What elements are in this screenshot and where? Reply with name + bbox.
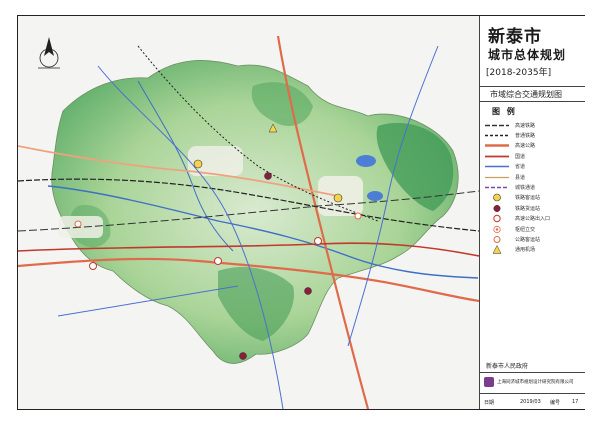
legend-item-label: 高速铁路 — [515, 122, 536, 129]
date-label: 日期 — [484, 400, 495, 406]
legend-item: 高速公路出入口 — [484, 214, 582, 224]
legend-item: 省道 — [484, 162, 582, 172]
legend-item-label: 铁路货运站 — [515, 205, 541, 212]
legend-item: 公路客运站 — [484, 234, 582, 244]
railway-swatch — [485, 134, 509, 137]
freight-station-icon — [239, 352, 247, 360]
expressway-exit-icon — [214, 257, 222, 265]
bus-station-icon — [354, 212, 362, 220]
legend-item-label: 公路客运站 — [515, 236, 541, 243]
lake-north — [356, 155, 376, 167]
legend-item: 城铁通道 — [484, 182, 582, 192]
institute-row: 上海同济城市规划设计研究院有限公司 — [480, 373, 585, 394]
number-value: 17 — [572, 399, 579, 405]
legend-item: 铁路客运站 — [484, 193, 582, 203]
freight-station-icon — [493, 204, 501, 212]
institute-name: 上海同济城市规划设计研究院有限公司 — [497, 380, 574, 385]
intercity-rail-swatch — [485, 186, 509, 189]
freight-station-icon — [264, 172, 272, 180]
date-value: 2019/03 — [520, 399, 541, 405]
legend-item-label: 普通铁路 — [515, 133, 536, 140]
legend-item-label: 通用机场 — [515, 247, 536, 254]
bus-station-icon — [74, 220, 82, 228]
map-canvas — [18, 35, 479, 409]
plan-title: 城市总体规划 — [488, 48, 567, 62]
expressway-exit-icon — [314, 237, 322, 245]
plan-years: [2018-2035年] — [486, 68, 552, 78]
institute-logo-icon — [484, 377, 494, 387]
expressway-swatch — [485, 144, 509, 148]
legend-heading: 图 例 — [492, 107, 517, 116]
passenger-station-icon — [193, 159, 203, 169]
lake-center — [367, 191, 383, 201]
legend-item-label: 铁路客运站 — [515, 195, 541, 202]
government-label: 新泰市人民政府 — [486, 363, 529, 370]
expressway-exit-icon — [493, 215, 501, 223]
passenger-station-icon — [333, 193, 343, 203]
dashed-railway-swatch — [485, 124, 509, 126]
interchange-icon — [493, 225, 501, 233]
national-road-swatch — [485, 155, 509, 158]
title-block: 上海同济城市规划设计研究院有限公司 日期 2019/03 编号 17 — [480, 372, 585, 410]
legend-list: 高速铁路普通铁路高速公路国道省道县道城铁通道铁路客运站铁路货运站高速公路出入口枢… — [484, 120, 582, 255]
legend-item-label: 高速公路 — [515, 143, 536, 150]
legend-item-label: 枢纽立交 — [515, 226, 536, 233]
passenger-station-icon — [493, 194, 501, 202]
bus-station-icon — [493, 235, 501, 243]
meta-row: 日期 2019/03 编号 17 — [480, 394, 585, 409]
legend-item-label: 县道 — [515, 174, 526, 181]
expressway-exit-icon — [89, 262, 97, 270]
legend-item-label: 高速公路出入口 — [515, 216, 551, 223]
legend-item: 高速公路 — [484, 141, 582, 151]
legend-item: 高速铁路 — [484, 120, 582, 130]
provincial-road-swatch — [485, 166, 509, 168]
map-area[interactable] — [18, 16, 479, 409]
legend-item: 枢纽立交 — [484, 224, 582, 234]
north-arrow-icon — [38, 37, 60, 69]
legend-item: 铁路货运站 — [484, 203, 582, 213]
map-sheet: 新泰市 城市总体规划 [2018-2035年] 市域综合交通规划图 图 例 高速… — [17, 15, 585, 410]
legend-item-label: 城铁通道 — [515, 185, 536, 192]
number-label: 编号 — [550, 400, 561, 406]
legend-panel: 新泰市 城市总体规划 [2018-2035年] 市域综合交通规划图 图 例 高速… — [479, 16, 585, 409]
legend-item: 国道 — [484, 151, 582, 161]
legend-item-label: 国道 — [515, 153, 526, 160]
county-road-swatch — [485, 176, 509, 178]
legend-item: 普通铁路 — [484, 130, 582, 140]
sheet-title: 市域综合交通规划图 — [480, 86, 585, 102]
city-title: 新泰市 — [488, 27, 542, 47]
airport-icon — [492, 245, 502, 255]
legend-item-label: 省道 — [515, 164, 526, 171]
legend-item: 县道 — [484, 172, 582, 182]
freight-station-icon — [304, 287, 312, 295]
legend-item: 通用机场 — [484, 245, 582, 255]
